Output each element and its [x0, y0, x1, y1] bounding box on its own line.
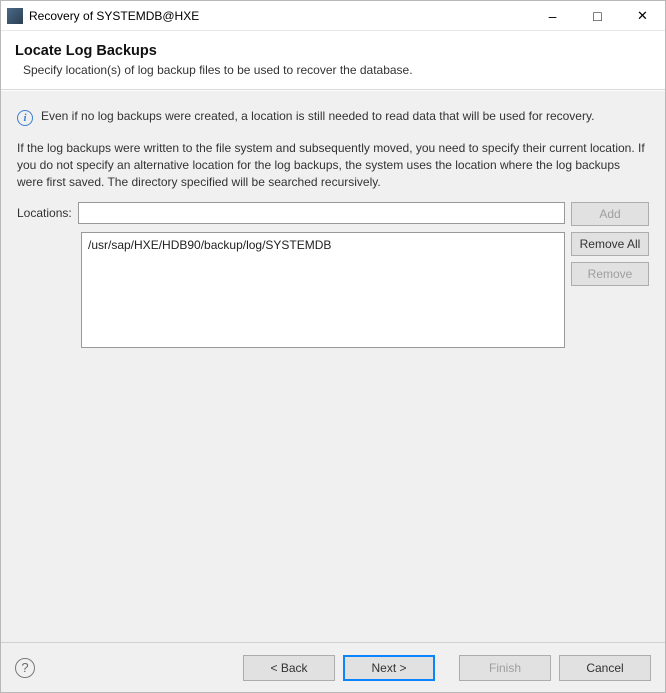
locations-list-row: /usr/sap/HXE/HDB90/backup/log/SYSTEMDB R…	[17, 232, 649, 348]
info-message: i Even if no log backups were created, a…	[17, 109, 649, 126]
app-icon	[7, 8, 23, 24]
add-button[interactable]: Add	[571, 202, 649, 226]
wizard-header: Locate Log Backups Specify location(s) o…	[1, 31, 665, 90]
locations-input[interactable]	[78, 202, 565, 224]
close-button[interactable]: ✕	[620, 1, 665, 30]
window-titlebar: Recovery of SYSTEMDB@HXE – □ ✕	[1, 1, 665, 31]
wizard-footer: ? < Back Next > Finish Cancel	[1, 642, 665, 692]
next-button[interactable]: Next >	[343, 655, 435, 681]
window-controls: – □ ✕	[530, 1, 665, 30]
remove-button[interactable]: Remove	[571, 262, 649, 286]
info-icon: i	[17, 110, 33, 126]
page-title: Locate Log Backups	[15, 43, 651, 59]
wizard-content: i Even if no log backups were created, a…	[1, 90, 665, 642]
cancel-button[interactable]: Cancel	[559, 655, 651, 681]
locations-label: Locations:	[17, 202, 72, 220]
help-icon[interactable]: ?	[15, 658, 35, 678]
locations-list[interactable]: /usr/sap/HXE/HDB90/backup/log/SYSTEMDB	[81, 232, 565, 348]
list-item[interactable]: /usr/sap/HXE/HDB90/backup/log/SYSTEMDB	[88, 237, 558, 254]
minimize-button[interactable]: –	[530, 1, 575, 30]
window-title: Recovery of SYSTEMDB@HXE	[29, 9, 530, 23]
remove-all-button[interactable]: Remove All	[571, 232, 649, 256]
finish-button[interactable]: Finish	[459, 655, 551, 681]
locations-input-row: Locations: Add	[17, 202, 649, 226]
back-button[interactable]: < Back	[243, 655, 335, 681]
page-subtitle: Specify location(s) of log backup files …	[23, 63, 651, 77]
info-text: Even if no log backups were created, a l…	[41, 109, 594, 123]
maximize-button[interactable]: □	[575, 1, 620, 30]
description-text: If the log backups were written to the f…	[17, 140, 649, 190]
